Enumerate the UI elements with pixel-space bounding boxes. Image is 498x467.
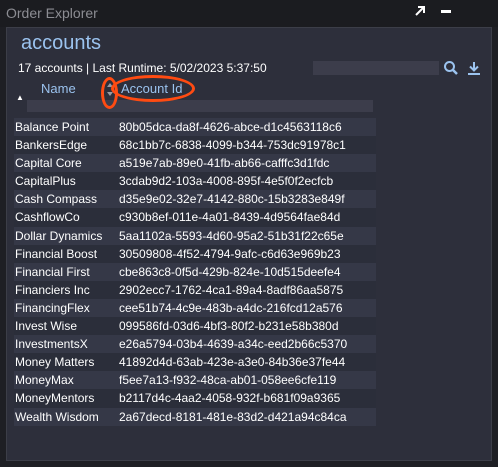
table-row[interactable]: Invest Wise 099586fd-03d6-4bf3-80f2-b231e… — [14, 317, 376, 336]
table-row[interactable]: MoneyMax f5ee7a13-f932-48ca-ab01-058ee6cf… — [14, 371, 376, 390]
account-id-cell: c930b8ef-011e-4a01-8439-4d9564fae84d — [119, 210, 341, 225]
account-id-cell: 099586fd-03d6-4bf3-80f2-b231e58b380d — [119, 319, 339, 334]
table-row[interactable]: BankersEdge 68c1bb7c-6838-4099-b344-753dc… — [14, 136, 376, 155]
account-id-cell: a519e7ab-89e0-41fb-ab66-cafffc3d1fdc — [119, 156, 330, 171]
table-row[interactable]: CapitalPlus 3cdab9d2-103a-4008-895f-4e5f0… — [14, 172, 376, 191]
window-title: Order Explorer — [6, 5, 98, 21]
account-name-cell: CashflowCo — [15, 210, 80, 225]
account-id-cell: 2902ecc7-1762-4ca1-89a4-8adf86aa5875 — [119, 282, 344, 297]
title-bar: Order Explorer — [0, 0, 498, 27]
table-row[interactable]: Financiers Inc 2902ecc7-1762-4ca1-89a4-8a… — [14, 280, 376, 299]
account-name-cell: Balance Point — [15, 120, 90, 134]
sort-ascending-icon[interactable]: ▲ — [16, 93, 24, 102]
table-row[interactable]: Cash Compass d35e9e02-32e7-4142-880c-15b3… — [14, 190, 376, 209]
account-name-cell: FinancingFlex — [15, 300, 90, 315]
account-id-cell: 41892d4d-63ab-423e-a3e0-84b36e37fe44 — [119, 355, 346, 370]
account-name-cell: MoneyMax — [15, 373, 74, 388]
table-row[interactable]: MoneyMentors b2117d4c-4aa2-4058-932f-b681… — [14, 389, 376, 408]
account-id-cell: 3cdab9d2-103a-4008-895f-4e5f0f2ecfcb — [119, 174, 334, 189]
account-id-cell: 80b05dca-da8f-4626-abce-d1c4563118c6 — [119, 120, 342, 134]
table-row[interactable]: FinancingFlex cee51b74-4c9e-483b-a4dc-216… — [14, 298, 376, 318]
popout-arrow-icon[interactable] — [411, 4, 429, 22]
account-id-cell: 5aa1102a-5593-4d60-95a2-51b31f22c65e — [119, 228, 344, 243]
table-row[interactable]: Financial First cbe863c8-0f5d-429b-824e-1… — [14, 262, 376, 281]
table-row[interactable]: InvestmentsX e26a5794-03b4-4639-a34c-eed2… — [14, 335, 376, 354]
annotation-circle-account-id — [111, 75, 195, 102]
table-row[interactable]: Financial Boost 30509808-4f52-4794-9afc-c… — [14, 244, 376, 263]
account-name-cell: Money Matters — [15, 355, 95, 370]
table-row[interactable]: CashflowCo c930b8ef-011e-4a01-8439-4d9564… — [14, 208, 376, 227]
account-name-cell: Wealth Wisdom — [15, 409, 99, 424]
search-icon[interactable] — [443, 60, 459, 76]
account-id-cell: f5ee7a13-f932-48ca-ab01-058ee6cfe119 — [119, 373, 337, 388]
account-id-cell: b2117d4c-4aa2-4058-932f-b681f09a9365 — [119, 391, 341, 406]
account-name-cell: Dollar Dynamics — [15, 228, 103, 243]
column-header-name[interactable]: Name — [41, 81, 76, 96]
column-filter-bar[interactable] — [27, 100, 373, 112]
account-id-cell: 30509808-4f52-4794-9afc-c6d63e969b23 — [119, 246, 341, 261]
account-name-cell: Financiers Inc — [15, 282, 90, 297]
table-row[interactable]: Balance Point 80b05dca-da8f-4626-abce-d1c… — [14, 118, 376, 137]
view-title: accounts — [21, 32, 102, 54]
account-name-cell: CapitalPlus — [15, 174, 76, 189]
table-row[interactable]: Capital Core a519e7ab-89e0-41fb-ab66-caff… — [14, 154, 376, 173]
account-name-cell: Financial Boost — [15, 246, 98, 261]
close-icon[interactable] — [437, 4, 455, 22]
account-id-cell: 2a67decd-8181-481e-83d2-d421a94c84ca — [119, 409, 347, 424]
account-id-cell: cbe863c8-0f5d-429b-824e-10d515deefe4 — [119, 264, 341, 279]
account-name-cell: Capital Core — [15, 156, 82, 171]
account-name-cell: Invest Wise — [15, 319, 78, 334]
table-row[interactable]: Money Matters 41892d4d-63ab-423e-a3e0-84b… — [14, 353, 376, 372]
table-row[interactable]: Dollar Dynamics 5aa1102a-5593-4d60-95a2-5… — [14, 226, 376, 245]
account-id-cell: cee51b74-4c9e-483b-a4dc-216fcd12a576 — [119, 300, 343, 315]
download-icon[interactable] — [466, 60, 482, 76]
account-name-cell: BankersEdge — [15, 138, 88, 153]
account-name-cell: Cash Compass — [15, 192, 98, 207]
table-row[interactable]: Wealth Wisdom 2a67decd-8181-481e-83d2-d42… — [14, 407, 376, 426]
account-name-cell: MoneyMentors — [15, 391, 95, 406]
search-input[interactable] — [313, 61, 439, 75]
account-id-cell: d35e9e02-32e7-4142-880c-15b3283e849f — [119, 192, 345, 207]
account-name-cell: InvestmentsX — [15, 337, 88, 352]
account-name-cell: Financial First — [15, 264, 90, 279]
summary-text: 17 accounts | Last Runtime: 5/02/2023 5:… — [18, 61, 267, 75]
accounts-table: Balance Point 80b05dca-da8f-4626-abce-d1c… — [14, 118, 376, 426]
account-id-cell: 68c1bb7c-6838-4099-b344-753dc91978c1 — [119, 138, 346, 153]
account-id-cell: e26a5794-03b4-4639-a34c-eed2b66c5370 — [119, 337, 348, 352]
